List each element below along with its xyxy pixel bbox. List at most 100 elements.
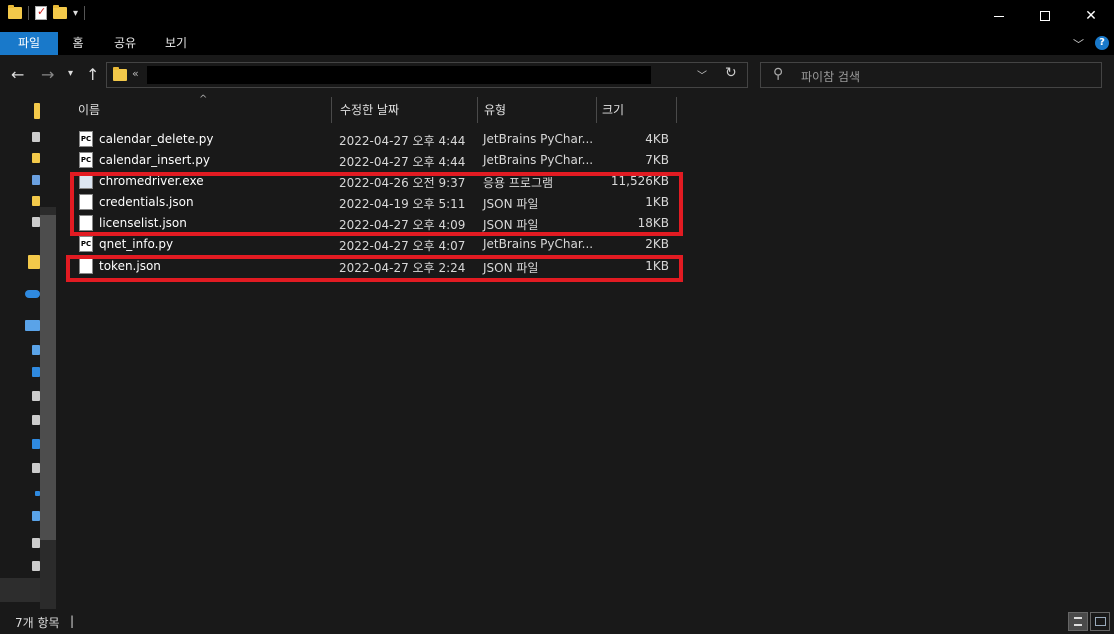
new-folder-icon[interactable] — [53, 5, 67, 19]
videos-icon[interactable] — [32, 511, 40, 521]
download-icon[interactable] — [32, 367, 40, 377]
column-header-date[interactable]: 수정한 날짜 — [340, 98, 480, 122]
column-divider[interactable] — [331, 97, 332, 123]
close-button[interactable]: ✕ — [1068, 0, 1114, 32]
file-row[interactable]: chromedriver.exe 2022-04-26 오전 9:37 응용 프… — [74, 171, 680, 192]
file-name: chromedriver.exe — [99, 174, 204, 188]
minimize-icon — [994, 15, 1004, 17]
up-button[interactable]: ↑ — [86, 65, 99, 84]
customize-toolbar-icon[interactable]: ▾ — [73, 8, 78, 19]
properties-icon[interactable] — [35, 5, 47, 20]
divider — [28, 6, 29, 20]
file-date: 2022-04-27 오후 4:09 — [339, 218, 466, 232]
drive-icon[interactable] — [32, 132, 40, 142]
file-date: 2022-04-27 오후 4:07 — [339, 239, 466, 253]
json-file-icon — [79, 215, 93, 231]
file-size: 1KB — [645, 195, 669, 209]
json-file-icon — [79, 194, 93, 210]
file-date: 2022-04-27 오후 2:24 — [339, 261, 466, 275]
file-date: 2022-04-26 오전 9:37 — [339, 176, 466, 190]
folder-icon[interactable] — [32, 153, 40, 163]
column-divider[interactable] — [596, 97, 597, 123]
search-placeholder: 파이참 검색 — [801, 70, 861, 84]
file-row[interactable]: PC calendar_insert.py 2022-04-27 오후 4:44… — [74, 150, 680, 171]
large-icons-view-button[interactable] — [1090, 612, 1110, 631]
title-bar: ▾ ✕ — [0, 0, 1114, 32]
file-type: JetBrains PyChar... — [483, 132, 594, 146]
file-name: credentials.json — [99, 195, 194, 209]
forward-button[interactable]: → — [41, 65, 54, 84]
file-row[interactable]: token.json 2022-04-27 오후 2:24 JSON 파일 1K… — [74, 256, 680, 277]
folder-icon[interactable] — [28, 255, 40, 269]
documents-icon[interactable] — [32, 391, 40, 401]
desktop-icon[interactable] — [32, 439, 40, 449]
file-name: calendar_insert.py — [99, 153, 210, 167]
navigation-bar: ← → ▾ ↑ « ﹀ ↻ ⚲ 파이참 검색 — [0, 55, 1114, 95]
3d-objects-icon[interactable] — [32, 345, 40, 355]
file-name: qnet_info.py — [99, 237, 174, 251]
nav-item-selected[interactable] — [0, 578, 40, 602]
file-size: 18KB — [637, 216, 669, 230]
file-size: 7KB — [645, 153, 669, 167]
file-type: JSON 파일 — [483, 261, 539, 275]
close-icon: ✕ — [1085, 8, 1097, 24]
file-row[interactable]: credentials.json 2022-04-19 오후 5:11 JSON… — [74, 192, 680, 213]
application-icon — [79, 173, 93, 189]
column-divider[interactable] — [477, 97, 478, 123]
chevron-down-icon[interactable]: ﹀ — [1073, 36, 1084, 52]
minimize-button[interactable] — [976, 0, 1022, 32]
download-icon[interactable] — [32, 175, 40, 185]
drive-icon[interactable] — [32, 561, 40, 571]
tab-file[interactable]: 파일 — [0, 32, 58, 55]
refresh-icon[interactable]: ↻ — [725, 65, 737, 81]
file-row[interactable]: licenselist.json 2022-04-27 오후 4:09 JSON… — [74, 213, 680, 234]
maximize-button[interactable] — [1022, 0, 1068, 32]
ribbon-tabs: 파일 홈 공유 보기 ﹀ ? — [0, 32, 1114, 55]
file-name: calendar_delete.py — [99, 132, 214, 146]
drive-icon[interactable] — [32, 538, 40, 548]
file-name: token.json — [99, 259, 161, 273]
pycharm-file-icon: PC — [79, 131, 93, 147]
breadcrumb-overflow[interactable]: « — [132, 67, 139, 80]
file-date: 2022-04-27 오후 4:44 — [339, 134, 466, 148]
status-separator: | — [70, 614, 75, 628]
pictures-icon[interactable] — [32, 463, 40, 473]
search-input[interactable]: ⚲ 파이참 검색 — [760, 62, 1102, 88]
drive-icon[interactable] — [32, 217, 40, 227]
search-icon: ⚲ — [773, 66, 784, 82]
item-count: 7개 항목 — [15, 616, 60, 630]
navigation-pane — [0, 95, 58, 634]
help-icon[interactable]: ? — [1095, 36, 1109, 50]
scrollbar-thumb[interactable] — [40, 215, 56, 540]
large-icons-view-icon — [1095, 617, 1106, 626]
file-row[interactable]: PC qnet_info.py 2022-04-27 오후 4:07 JetBr… — [74, 234, 680, 255]
column-header-type[interactable]: 유형 — [484, 98, 599, 122]
column-header-size[interactable]: 크기 — [602, 98, 677, 122]
tab-share[interactable]: 공유 — [102, 32, 148, 55]
json-file-icon — [79, 258, 93, 274]
tab-home[interactable]: 홈 — [58, 32, 98, 55]
file-type: JetBrains PyChar... — [483, 237, 594, 251]
column-divider[interactable] — [676, 97, 677, 123]
redacted-path — [147, 66, 651, 84]
divider — [84, 6, 86, 20]
details-view-button[interactable] — [1068, 612, 1088, 631]
tab-view[interactable]: 보기 — [152, 32, 200, 55]
folder-icon[interactable] — [34, 103, 40, 119]
file-row[interactable]: PC calendar_delete.py 2022-04-27 오후 4:44… — [74, 129, 680, 150]
onedrive-icon[interactable] — [25, 290, 40, 298]
column-header-name[interactable]: 이름 — [78, 98, 330, 122]
folder-icon[interactable] — [32, 196, 40, 206]
address-bar[interactable]: « ﹀ ↻ — [106, 62, 748, 88]
maximize-icon — [1040, 11, 1050, 21]
chevron-down-icon[interactable]: ﹀ — [697, 67, 707, 82]
this-pc-icon[interactable] — [25, 320, 40, 331]
file-size: 2KB — [645, 237, 669, 251]
file-type: JSON 파일 — [483, 197, 539, 211]
file-list: ^ 이름 수정한 날짜 유형 크기 PC calendar_delete.py … — [58, 94, 1114, 609]
file-size: 4KB — [645, 132, 669, 146]
recent-locations-button[interactable]: ▾ — [68, 68, 73, 79]
quick-access-toolbar: ▾ — [8, 5, 86, 20]
back-button[interactable]: ← — [11, 65, 24, 84]
documents-icon[interactable] — [32, 415, 40, 425]
